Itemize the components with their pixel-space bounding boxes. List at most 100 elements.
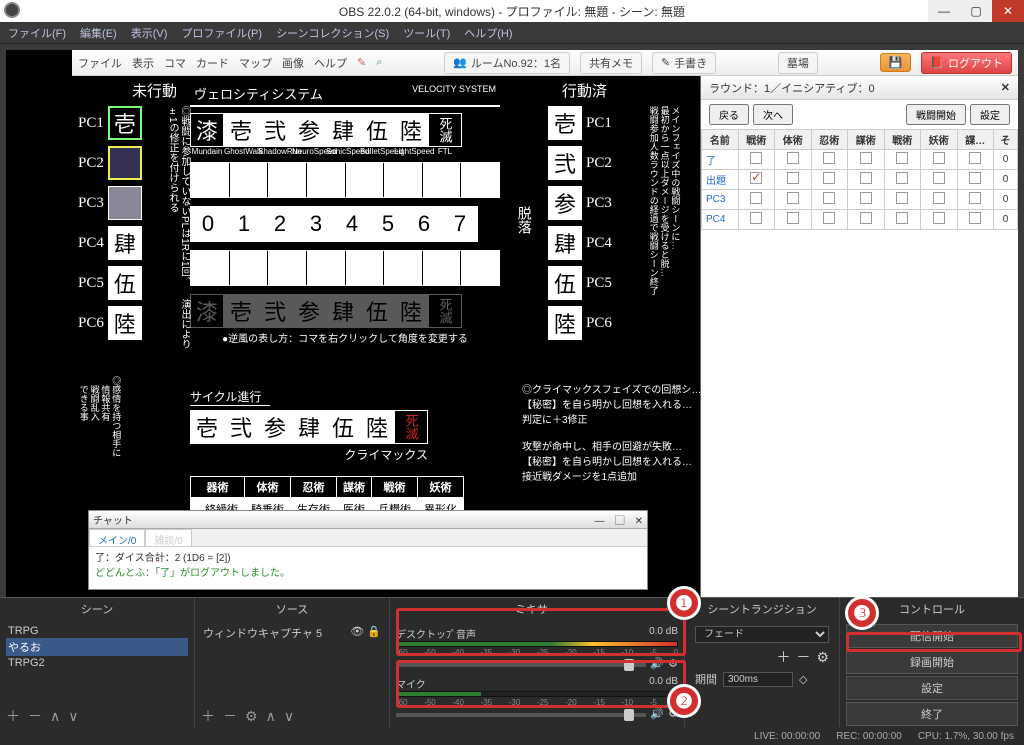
- minimize-button[interactable]: —: [928, 0, 960, 22]
- remove-transition-icon[interactable]: －: [796, 647, 810, 667]
- obs-settings-button[interactable]: 設定: [846, 676, 1018, 700]
- trpg-menu-file[interactable]: ファイル: [78, 55, 122, 71]
- chat-window[interactable]: チャット— ▢ ✕ メイン/0 雑談/0 了：ダイス合計：2 (1D6 = [2…: [88, 510, 648, 590]
- menu-profile[interactable]: プロファイル(P): [181, 25, 262, 41]
- speed-6: 陸: [394, 113, 428, 147]
- scene-item[interactable]: TRPG: [6, 624, 188, 638]
- pc2-token[interactable]: [108, 146, 142, 180]
- pencil-icon[interactable]: ✎: [357, 56, 366, 69]
- menu-view[interactable]: 表示(V): [131, 25, 168, 41]
- transition-config-icon[interactable]: ⚙: [816, 649, 829, 666]
- pc1-label: PC1: [78, 115, 104, 132]
- scene-up-icon[interactable]: ∧: [50, 708, 60, 725]
- velocity-title: ヴェロシティシステムVELOCITY SYSTEM: [190, 82, 500, 107]
- scene-down-icon[interactable]: ∨: [68, 708, 78, 725]
- menu-tools[interactable]: ツール(T): [403, 25, 450, 41]
- pc6-token[interactable]: 陸: [108, 306, 142, 340]
- pc5-token[interactable]: 伍: [108, 266, 142, 300]
- window-titlebar: OBS 22.0.2 (64-bit, windows) - プロファイル: 無…: [0, 0, 1024, 22]
- logout-button[interactable]: 📕 ログアウト: [921, 52, 1012, 74]
- source-down-icon[interactable]: ∨: [284, 708, 294, 725]
- transition-select[interactable]: フェード: [695, 626, 829, 643]
- trpg-menu-piece[interactable]: コマ: [164, 55, 186, 71]
- desktop-volume-slider[interactable]: [396, 663, 646, 667]
- num-1: 1: [226, 206, 262, 242]
- duration-input[interactable]: [723, 672, 793, 687]
- eye-icon[interactable]: 👁: [350, 626, 364, 638]
- back-button[interactable]: 戻る: [709, 104, 749, 125]
- live-time: LIVE: 00:00:00: [754, 731, 820, 742]
- source-item[interactable]: ウィンドウキャプチャ 5👁 🔒: [201, 624, 383, 642]
- add-scene-icon[interactable]: ＋: [6, 706, 20, 726]
- maximize-button[interactable]: ▢: [960, 0, 992, 22]
- trpg-menu-map[interactable]: マップ: [239, 55, 272, 71]
- stepper-icon[interactable]: ◇: [799, 673, 807, 686]
- rec-time: REC: 00:00:00: [836, 731, 902, 742]
- add-source-icon[interactable]: ＋: [201, 706, 215, 726]
- trpg-toolbar: ファイル 表示 コマ カード マップ 画像 ヘルプ ✎ ⌕ 👥 ルームNo.92…: [72, 50, 1018, 76]
- annotation-2: ❷: [667, 684, 701, 718]
- pc4-token[interactable]: 肆: [108, 226, 142, 260]
- scene-item[interactable]: やるお: [6, 638, 188, 656]
- num-2: 2: [262, 206, 298, 242]
- speed-0: 漆: [190, 113, 224, 147]
- menu-scenecollection[interactable]: シーンコレクション(S): [276, 25, 389, 41]
- reverse-hint: ●逆風の表し方：コマを右クリックして角度を変更する: [190, 330, 500, 345]
- speed-2: 弐: [258, 113, 292, 147]
- handwrite-button[interactable]: ✎ 手書き: [652, 52, 716, 74]
- mic-volume-slider[interactable]: [396, 713, 646, 717]
- dropout-label: 脱落: [516, 206, 533, 234]
- trpg-menu-image[interactable]: 画像: [282, 55, 304, 71]
- battle-start-button[interactable]: 戦闘開始: [906, 104, 966, 125]
- close-button[interactable]: ✕: [992, 0, 1024, 22]
- next-button[interactable]: 次へ: [753, 104, 793, 125]
- settings-button[interactable]: 設定: [970, 104, 1010, 125]
- mic-track: マイク0.0 dB -60-50-40-35-30-25-20-15-10-50…: [396, 676, 678, 720]
- save-button[interactable]: 💾: [880, 53, 912, 72]
- exit-button[interactable]: 終了: [846, 702, 1018, 726]
- trpg-menu-view[interactable]: 表示: [132, 55, 154, 71]
- lock-icon[interactable]: 🔒: [367, 626, 381, 638]
- init-row: PC40: [702, 210, 1018, 230]
- num-5: 5: [370, 206, 406, 242]
- source-config-icon[interactable]: ⚙: [245, 708, 258, 725]
- trpg-menu-card[interactable]: カード: [196, 55, 229, 71]
- pc3-token[interactable]: [108, 186, 142, 220]
- menu-edit[interactable]: 編集(E): [80, 25, 117, 41]
- right-header: 行動済: [562, 80, 607, 101]
- chat-tab-main[interactable]: メイン/0: [89, 529, 145, 546]
- tomb-button[interactable]: 墓場: [778, 52, 818, 74]
- num-0: 0: [190, 206, 226, 242]
- remove-scene-icon[interactable]: －: [28, 706, 42, 726]
- pc2-label: PC2: [78, 155, 104, 172]
- menu-file[interactable]: ファイル(F): [8, 25, 66, 41]
- num-7: 7: [442, 206, 478, 242]
- speaker-icon[interactable]: 🔊: [650, 657, 664, 670]
- transition-pane: シーントランジション フェード ＋－⚙ 期間◇: [685, 598, 840, 727]
- panel-close-icon[interactable]: ✕: [1001, 81, 1010, 94]
- room-button[interactable]: 👥 ルームNo.92：1名: [444, 52, 570, 74]
- magnifier-icon[interactable]: ⌕: [376, 56, 382, 69]
- sources-pane: ソース ウィンドウキャプチャ 5👁 🔒 ＋－⚙∧∨: [195, 598, 390, 727]
- obs-preview: ファイル 表示 コマ カード マップ 画像 ヘルプ ✎ ⌕ 👥 ルームNo.92…: [6, 50, 1018, 600]
- climax-label: クライマックス: [190, 446, 428, 463]
- start-stream-button[interactable]: 配信開始: [846, 624, 1018, 648]
- scene-item[interactable]: TRPG2: [6, 656, 188, 670]
- chat-tab-chat[interactable]: 雑談/0: [145, 529, 191, 546]
- obs-logo-icon: [4, 2, 20, 18]
- remove-source-icon[interactable]: －: [223, 706, 237, 726]
- chat-close-icon[interactable]: — ▢ ✕: [595, 512, 643, 527]
- annotation-1: ❶: [667, 586, 701, 620]
- source-up-icon[interactable]: ∧: [266, 708, 276, 725]
- scenes-pane: シーン TRPG やるお TRPG2 ＋－∧∨: [0, 598, 195, 727]
- speaker-icon[interactable]: 🔊: [650, 707, 664, 720]
- cpu-fps: CPU: 1.7%, 30.00 fps: [918, 731, 1014, 742]
- speed-3: 参: [292, 113, 326, 147]
- menu-help[interactable]: ヘルプ(H): [464, 25, 512, 41]
- share-memo-button[interactable]: 共有メモ: [580, 52, 642, 74]
- start-record-button[interactable]: 録画開始: [846, 650, 1018, 674]
- gear-icon[interactable]: ⚙: [668, 657, 678, 670]
- add-transition-icon[interactable]: ＋: [776, 647, 790, 667]
- pc1-token[interactable]: 壱: [108, 106, 142, 140]
- trpg-menu-help[interactable]: ヘルプ: [314, 55, 347, 71]
